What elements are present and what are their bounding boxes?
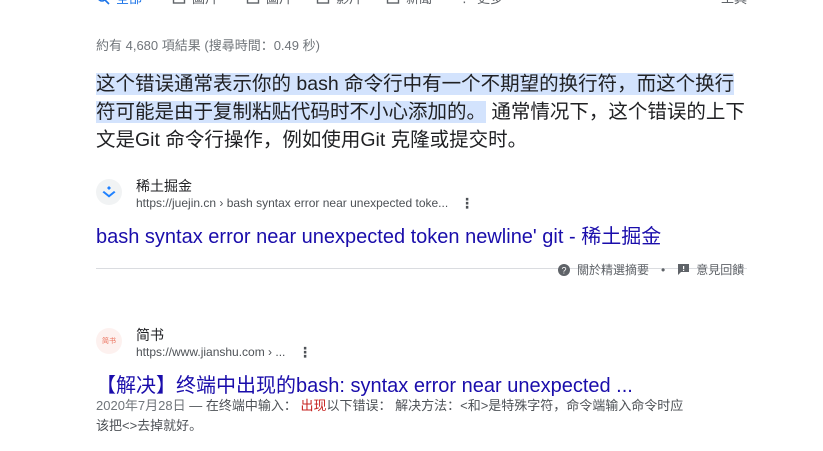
tab-label: 圖片 [266,0,292,7]
result-date: 2020年7月28日 [96,398,186,413]
tab-all[interactable]: 全部 [96,0,142,7]
tab-images[interactable]: 圖片 [172,0,218,7]
search-icon [98,0,110,5]
help-icon: ? [558,263,570,276]
snippet-feedback-row: ? 關於精選摘要 • 意見回饋 [557,261,744,278]
tab-videos[interactable]: 影片 [316,0,362,7]
desc-emphasis: 出现 [300,398,327,413]
result-stats: 約有 4,680 項結果 (搜尋時間：0.49 秒) [96,38,320,53]
separator-dot: • [661,262,666,277]
jianshu-logo-text: 简书 [102,338,116,345]
site-name: 稀土掘金 [136,178,192,194]
feedback-icon [678,264,690,275]
image-icon [246,0,260,4]
site-name: 简书 [136,327,164,343]
news-icon [386,0,400,4]
search-tabs: 全部 圖片 圖片 影片 新聞 ⋮ 更多 工具 [96,0,823,8]
svg-text:?: ? [561,265,566,275]
feedback-label: 意見回饋 [696,263,745,277]
featured-source: 稀土掘金 https://juejin.cn › bash syntax err… [96,176,747,249]
tab-images-2[interactable]: 圖片 [246,0,292,7]
tab-label: 全部 [116,0,142,7]
juejin-logo-icon [102,186,116,198]
tab-more[interactable]: ⋮ 更多 [458,0,503,7]
tab-news[interactable]: 新聞 [386,0,432,7]
result-description: 2020年7月28日 — 在终端中输入： 出现以下错误： 解决方法：<和>是特殊… [96,396,696,436]
featured-snippet: 这个错误通常表示你的 bash 命令行中有一个不期望的换行符，而这个换行符可能是… [96,70,746,154]
tab-label: 新聞 [406,0,432,7]
juejin-favicon [96,179,122,205]
tools-button[interactable]: 工具 [721,0,747,7]
more-dots-icon: ⋮ [458,0,471,6]
about-featured-snippets[interactable]: ? 關於精選摘要 [557,261,649,278]
about-label: 關於精選摘要 [577,263,650,277]
result-title-link[interactable]: bash syntax error near unexpected token … [96,220,661,249]
result-url: https://www.jianshu.com › ... [136,345,286,359]
more-options-icon[interactable]: ⋮ [298,345,312,359]
jianshu-favicon: 简书 [96,328,122,354]
result-url: https://juejin.cn › bash syntax error ne… [136,196,449,210]
result-title-link[interactable]: 【解决】终端中出现的bash: syntax error near unexpe… [96,369,633,398]
desc-text-1: — 在终端中输入： [185,398,301,413]
video-icon [316,0,330,4]
more-options-icon[interactable]: ⋮ [460,196,474,210]
search-result: 简书 简书 https://www.jianshu.com › ... ⋮ 【解… [96,325,747,445]
tab-label: 更多 [477,0,503,7]
tab-label: 影片 [336,0,362,7]
image-icon [172,0,186,4]
feedback-button[interactable]: 意見回饋 [677,261,744,278]
tab-label: 圖片 [192,0,218,7]
